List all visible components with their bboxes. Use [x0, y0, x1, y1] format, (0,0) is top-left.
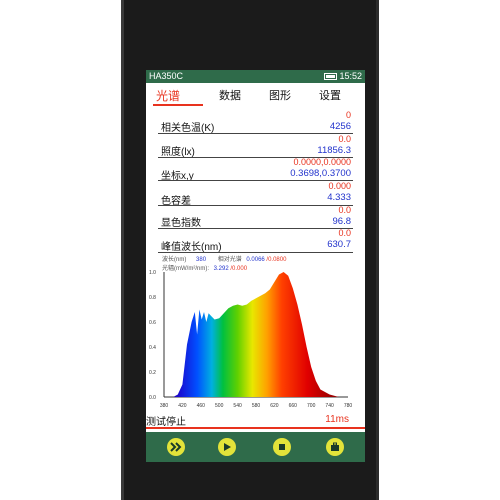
y-tick-label: 0.2	[149, 370, 156, 376]
app-title: HA350C	[149, 71, 184, 81]
briefcase-icon	[331, 442, 339, 451]
row-illuminance-value: 11856.3	[317, 145, 351, 156]
cursor-line-1: 波长(nm) 380 相对光谱 0.0066 /0.0800	[162, 254, 286, 263]
row-tolerance-value: 4.333	[327, 192, 351, 203]
x-tick-label: 580	[252, 403, 261, 409]
status-right: 15:52	[324, 70, 362, 83]
row-tolerance-ref: 0.000	[328, 181, 351, 191]
row-coordinates-ref: 0.0000,0.0000	[293, 157, 351, 167]
relative-ref: /0.0800	[266, 257, 287, 263]
row-peak-label: 峰值波长(nm)	[161, 242, 222, 253]
play-button[interactable]	[218, 438, 236, 456]
y-tick-labels: 0.0 0.2 0.4 0.6 0.8 1.0	[149, 270, 156, 401]
play-icon	[224, 443, 231, 451]
spectrum-series	[164, 272, 348, 397]
control-bar	[146, 432, 365, 462]
x-tick-label: 660	[289, 403, 298, 409]
active-tab-indicator	[153, 104, 203, 106]
row-cri-ref: 0.0	[338, 205, 351, 215]
x-tick-label: 500	[215, 403, 224, 409]
y-tick-label: 1.0	[149, 270, 156, 276]
row-illuminance-ref: 0.0	[338, 134, 351, 144]
row-divider	[158, 252, 353, 253]
x-tick-label: 460	[197, 403, 206, 409]
x-tick-label: 740	[325, 403, 334, 409]
clock: 15:52	[339, 71, 362, 81]
row-cri-value: 96.8	[332, 216, 352, 227]
x-tick-label: 380	[160, 403, 169, 409]
x-tick-label: 780	[344, 403, 353, 409]
x-tick-label: 700	[307, 403, 316, 409]
x-tick-label: 620	[270, 403, 279, 409]
screen: HA350C 15:52 光谱 数据 图形 设置 0 相关色温(K) 4256 …	[146, 70, 365, 462]
x-tick-label: 420	[178, 403, 187, 409]
tab-settings[interactable]: 设置	[319, 87, 341, 103]
tab-data[interactable]: 数据	[219, 87, 241, 103]
save-button[interactable]	[326, 438, 344, 456]
y-tick-label: 0.0	[149, 395, 156, 401]
row-peak-value: 630.7	[327, 239, 351, 250]
row-cct-ref: 0	[345, 110, 351, 120]
x-tick-labels: 380 420 460 500 540 580 620 660 700 740 780	[160, 403, 353, 409]
measurement-status: 测试停止	[146, 417, 186, 428]
relative-value: 0.0066	[246, 257, 265, 263]
tab-bar: 光谱 数据 图形 设置	[146, 85, 365, 107]
status-divider	[146, 427, 365, 429]
x-tick-label: 540	[233, 403, 242, 409]
stop-icon	[279, 444, 285, 450]
battery-icon	[324, 73, 338, 80]
row-cri-label: 显色指数	[161, 218, 201, 229]
spectrum-area	[164, 272, 348, 397]
stop-button[interactable]	[273, 438, 291, 456]
tab-spectrum[interactable]: 光谱	[156, 87, 180, 104]
tab-graph[interactable]: 图形	[269, 87, 291, 103]
integration-time: 11ms	[325, 414, 349, 425]
y-tick-label: 0.4	[149, 345, 156, 351]
y-tick-label: 0.8	[149, 295, 156, 301]
fast-forward-icon	[170, 442, 182, 452]
row-peak-ref: 0.0	[338, 228, 351, 238]
fast-forward-button[interactable]	[167, 438, 185, 456]
status-bar: HA350C 15:52	[146, 70, 365, 83]
row-cct-value: 4256	[329, 121, 351, 132]
spectrum-chart: 0.0 0.2 0.4 0.6 0.8 1.0 380 420 460 500 540 580 620…	[149, 270, 353, 409]
y-tick-label: 0.6	[149, 320, 156, 326]
row-illuminance-label: 照度(lx)	[161, 147, 195, 158]
row-coordinates-value: 0.3698,0.3700	[290, 168, 351, 179]
row-cct-label: 相关色温(K)	[161, 123, 215, 134]
